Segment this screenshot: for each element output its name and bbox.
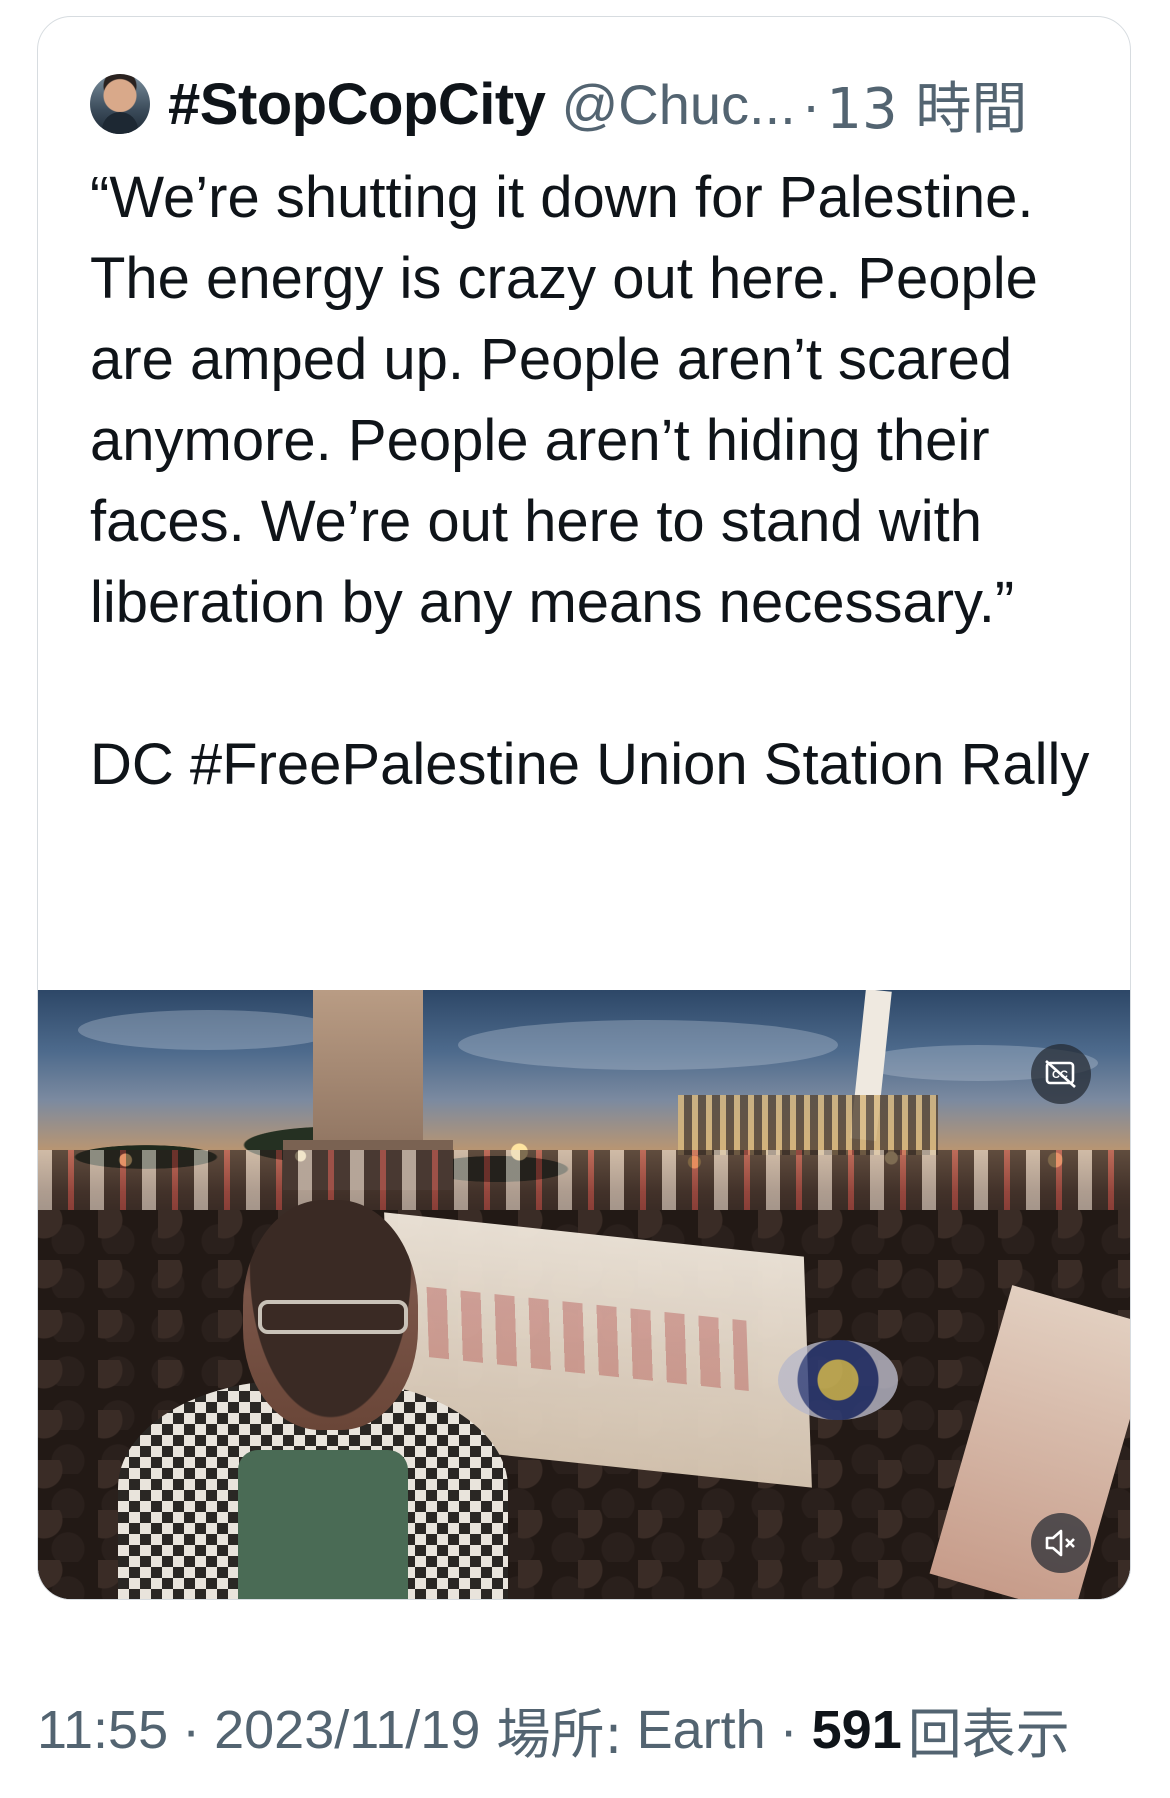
views-label: 回表示 xyxy=(907,1703,1070,1766)
video-monument xyxy=(283,990,453,1190)
header-separator: · xyxy=(801,72,821,136)
footer-separator-2: · xyxy=(779,1699,798,1760)
video-seal xyxy=(778,1340,898,1420)
location[interactable]: Earth xyxy=(637,1699,766,1761)
post-time[interactable]: 11:55 xyxy=(37,1699,168,1761)
speaker-muted-icon[interactable] xyxy=(1031,1513,1091,1573)
quoted-tweet-header: #StopCopCity @Chuc... · 13 時間 xyxy=(90,69,1100,142)
display-name[interactable]: #StopCopCity xyxy=(168,71,546,138)
footer-separator: · xyxy=(182,1699,201,1760)
video-person xyxy=(118,1200,508,1599)
tweet-text: “We’re shutting it down for Palestine. T… xyxy=(90,165,1090,797)
views-count: 591 xyxy=(811,1699,902,1760)
user-handle[interactable]: @Chuc... xyxy=(561,72,795,137)
quoted-tweet-card[interactable]: #StopCopCity @Chuc... · 13 時間 “We’re shu… xyxy=(37,16,1131,1600)
location-label: 場所: xyxy=(496,1703,623,1766)
captions-off-icon[interactable]: CC xyxy=(1031,1044,1091,1104)
tweet-time-ago[interactable]: 13 時間 xyxy=(826,64,1027,145)
tweet-video[interactable]: CC xyxy=(38,990,1130,1599)
post-date[interactable]: 2023/11/19 xyxy=(214,1699,480,1761)
tweet-metadata: 11:55 · 2023/11/19 場所: Earth · 591 回表示 xyxy=(37,1690,1070,1769)
avatar[interactable] xyxy=(90,74,150,134)
